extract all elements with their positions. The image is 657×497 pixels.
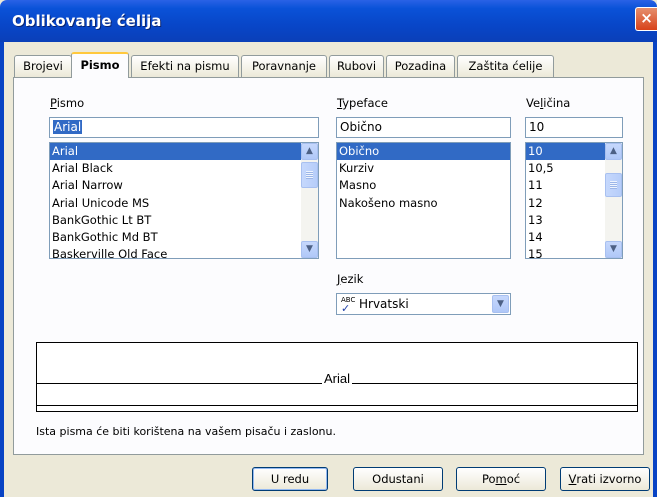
window-title: Oblikovanje ćelija [12,12,162,30]
spellcheck-icon: ABC ✓ [341,296,356,315]
font-note: Ista pisma će biti korištena na vašem pi… [36,425,336,438]
font-option[interactable]: BankGothic Md BT [50,229,318,246]
tab-pozadina[interactable]: Pozadina [386,55,455,77]
tab-pismo[interactable]: Pismo [71,52,129,78]
size-label: Veličina [526,96,571,110]
language-label: Jezik [337,272,364,286]
window-frame-right [653,42,657,497]
font-preview: Arial [36,342,638,412]
font-scrollbar[interactable]: ▲ ▼ [301,143,318,258]
help-button[interactable]: Pomoć [456,467,546,491]
typeface-input[interactable]: Obično [336,117,511,138]
window-frame-left [0,42,4,497]
size-listbox[interactable]: 10 10,5 11 12 13 14 15 ▲ ▼ [525,142,623,259]
tab-rubovi[interactable]: Rubovi [329,55,384,77]
chevron-down-icon[interactable]: ▼ [492,295,509,313]
language-select[interactable]: ABC ✓ Hrvatski ▼ [336,293,511,315]
tab-brojevi[interactable]: Brojevi [14,55,72,77]
preview-divider [37,405,637,406]
language-value: Hrvatski [359,297,409,311]
tab-poravnanje[interactable]: Poravnanje [241,55,327,77]
typeface-label: Typeface [337,96,388,110]
cancel-button[interactable]: Odustani [353,467,443,491]
tab-zastita-celije[interactable]: Zaštita ćelije [457,55,554,77]
size-scrollbar[interactable]: ▲ ▼ [605,143,622,258]
font-option[interactable]: Baskerville Old Face [50,246,318,258]
ok-button[interactable]: U redu [252,467,328,491]
font-label: Pismo [50,96,85,110]
typeface-option[interactable]: Nakošeno masno [337,195,510,212]
reset-button[interactable]: Vrati izvorno [560,467,650,491]
size-input[interactable]: 10 [525,117,623,138]
font-listbox[interactable]: Arial Arial Black Arial Narrow Arial Uni… [49,142,319,259]
close-icon: × [640,9,653,27]
scroll-thumb[interactable] [301,162,318,188]
font-option[interactable]: Arial Black [50,160,318,177]
size-value: 10 [529,120,545,134]
scroll-up-icon[interactable]: ▲ [605,143,622,160]
typeface-option[interactable]: Obično [337,143,510,161]
typeface-value: Obično [340,120,382,134]
typeface-option[interactable]: Masno [337,177,510,194]
close-button[interactable]: × [635,7,657,31]
tab-efekti-na-pismu[interactable]: Efekti na pismu [131,55,239,77]
font-name-input[interactable]: Arial [49,117,319,138]
scroll-thumb[interactable] [605,173,622,197]
font-option[interactable]: Arial [50,143,318,161]
preview-text: Arial [321,371,352,386]
scroll-down-icon[interactable]: ▼ [605,241,622,258]
title-bar: Oblikovanje ćelija × [0,0,657,42]
scroll-down-icon[interactable]: ▼ [301,241,318,258]
font-option[interactable]: BankGothic Lt BT [50,212,318,229]
typeface-option[interactable]: Kurziv [337,160,510,177]
scroll-up-icon[interactable]: ▲ [301,143,318,160]
font-name-value: Arial [53,120,83,134]
font-option[interactable]: Arial Narrow [50,177,318,194]
typeface-listbox[interactable]: Obično Kurziv Masno Nakošeno masno [336,142,511,259]
font-option[interactable]: Arial Unicode MS [50,195,318,212]
